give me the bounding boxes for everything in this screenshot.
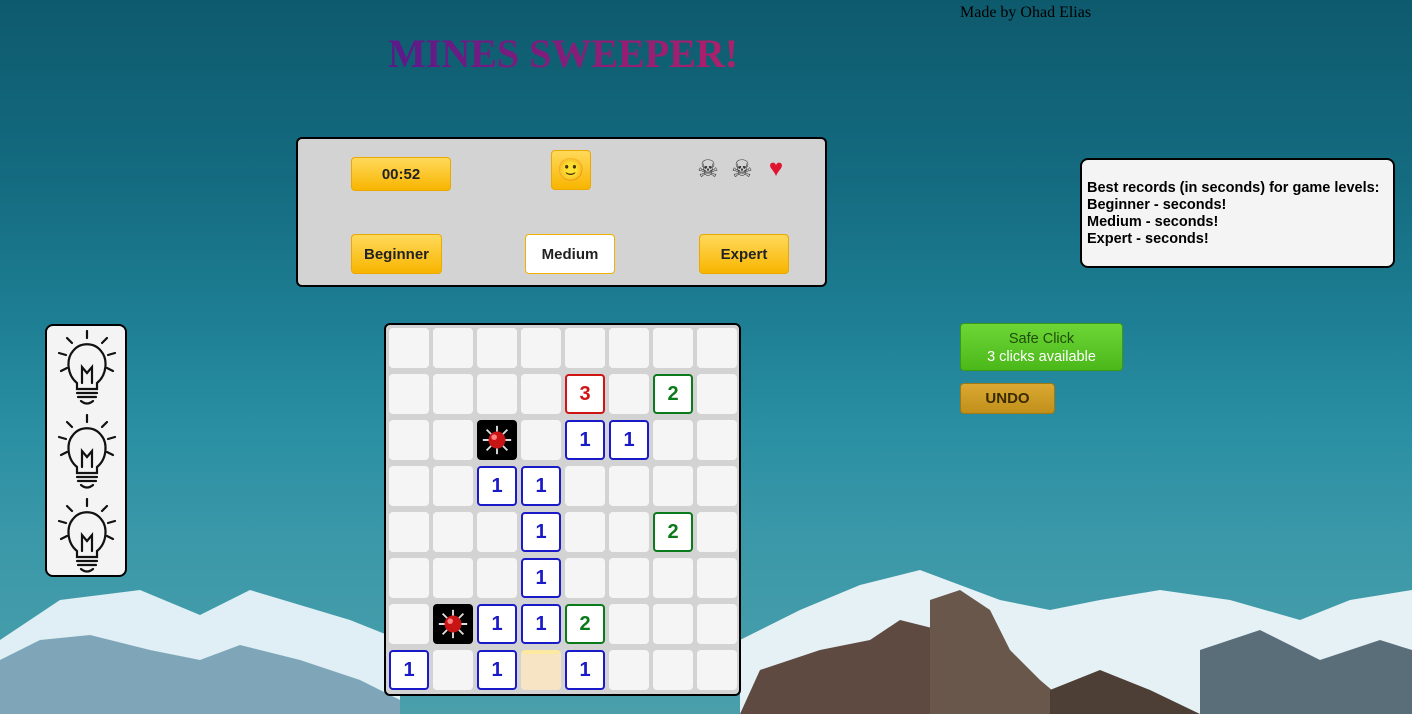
hidden-cell[interactable]	[389, 466, 429, 506]
best-records-panel: Best records (in seconds) for game level…	[1080, 158, 1395, 268]
hidden-cell[interactable]	[477, 328, 517, 368]
hidden-cell[interactable]	[653, 328, 693, 368]
safe-click-status: 3 clicks available	[987, 349, 1096, 365]
hidden-cell[interactable]	[433, 558, 473, 598]
undo-button[interactable]: UNDO	[960, 383, 1055, 414]
record-expert: Expert - seconds!	[1087, 231, 1209, 247]
hidden-cell[interactable]	[609, 466, 649, 506]
hidden-cell[interactable]	[389, 328, 429, 368]
game-board: 32 1111121 112111	[384, 323, 741, 696]
level-expert-button[interactable]: Expert	[699, 234, 789, 274]
hidden-cell[interactable]	[609, 650, 649, 690]
skull-icon: ☠	[731, 156, 753, 183]
highlighted-cell[interactable]	[521, 650, 561, 690]
record-medium: Medium - seconds!	[1087, 214, 1219, 230]
game-title: MINES SWEEPER!	[388, 31, 739, 76]
revealed-number-cell[interactable]: 2	[653, 374, 693, 414]
revealed-number-cell[interactable]: 1	[565, 650, 605, 690]
revealed-number-cell[interactable]: 3	[565, 374, 605, 414]
lightbulb-icon[interactable]	[53, 413, 121, 491]
revealed-number-cell[interactable]: 1	[521, 558, 561, 598]
hidden-cell[interactable]	[653, 558, 693, 598]
revealed-number-cell[interactable]: 1	[521, 466, 561, 506]
record-beginner: Beginner - seconds!	[1087, 197, 1227, 213]
mine-icon	[482, 425, 512, 455]
timer-display: 00:52	[351, 157, 451, 191]
hidden-cell[interactable]	[389, 420, 429, 460]
hints-panel	[45, 324, 127, 577]
hidden-cell[interactable]	[389, 558, 429, 598]
hidden-cell[interactable]	[477, 558, 517, 598]
revealed-number-cell[interactable]: 1	[477, 604, 517, 644]
hidden-cell[interactable]	[697, 374, 737, 414]
hidden-cell[interactable]	[389, 374, 429, 414]
hidden-cell[interactable]	[389, 512, 429, 552]
level-medium-button[interactable]: Medium	[525, 234, 615, 274]
hidden-cell[interactable]	[565, 558, 605, 598]
hidden-cell[interactable]	[565, 512, 605, 552]
hidden-cell[interactable]	[697, 420, 737, 460]
mine-icon	[438, 609, 468, 639]
smiley-reset-button[interactable]: 🙂	[551, 150, 591, 190]
hidden-cell[interactable]	[433, 328, 473, 368]
hidden-cell[interactable]	[565, 328, 605, 368]
hidden-cell[interactable]	[433, 650, 473, 690]
safe-click-button[interactable]: Safe Click 3 clicks available	[960, 323, 1123, 371]
hidden-cell[interactable]	[521, 374, 561, 414]
hidden-cell[interactable]	[389, 604, 429, 644]
revealed-number-cell[interactable]: 1	[521, 604, 561, 644]
mine-cell[interactable]	[433, 604, 473, 644]
smiley-face-icon: 🙂	[557, 157, 585, 182]
hidden-cell[interactable]	[609, 374, 649, 414]
heart-icon: ♥	[768, 155, 784, 182]
revealed-number-cell[interactable]: 1	[477, 650, 517, 690]
revealed-number-cell[interactable]: 1	[565, 420, 605, 460]
hidden-cell[interactable]	[697, 650, 737, 690]
hidden-cell[interactable]	[433, 512, 473, 552]
hidden-cell[interactable]	[653, 466, 693, 506]
revealed-number-cell[interactable]: 2	[565, 604, 605, 644]
hidden-cell[interactable]	[697, 604, 737, 644]
hidden-cell[interactable]	[697, 558, 737, 598]
hidden-cell[interactable]	[697, 328, 737, 368]
hidden-cell[interactable]	[697, 512, 737, 552]
hidden-cell[interactable]	[653, 604, 693, 644]
revealed-number-cell[interactable]: 1	[389, 650, 429, 690]
revealed-number-cell[interactable]: 1	[477, 466, 517, 506]
level-beginner-button[interactable]: Beginner	[351, 234, 442, 274]
safe-click-label: Safe Click	[1008, 331, 1075, 347]
lightbulb-icon[interactable]	[53, 329, 121, 407]
skull-icon: ☠	[697, 156, 719, 183]
hidden-cell[interactable]	[609, 328, 649, 368]
hidden-cell[interactable]	[477, 512, 517, 552]
control-panel: 00:52 🙂 ☠ ☠ ♥ Beginner Medium Expert	[296, 137, 827, 287]
mine-cell[interactable]	[477, 420, 517, 460]
hidden-cell[interactable]	[609, 512, 649, 552]
hidden-cell[interactable]	[433, 466, 473, 506]
lightbulb-icon[interactable]	[53, 497, 121, 575]
hidden-cell[interactable]	[521, 328, 561, 368]
hidden-cell[interactable]	[521, 420, 561, 460]
hidden-cell[interactable]	[697, 466, 737, 506]
lives-indicator: ☠ ☠ ♥	[694, 155, 790, 184]
author-credit: Made by Ohad Elias	[960, 4, 1092, 21]
revealed-number-cell[interactable]: 1	[521, 512, 561, 552]
hidden-cell[interactable]	[433, 420, 473, 460]
hidden-cell[interactable]	[653, 650, 693, 690]
hidden-cell[interactable]	[433, 374, 473, 414]
hidden-cell[interactable]	[609, 604, 649, 644]
hidden-cell[interactable]	[609, 558, 649, 598]
hidden-cell[interactable]	[565, 466, 605, 506]
records-heading: Best records (in seconds) for game level…	[1087, 180, 1380, 196]
hidden-cell[interactable]	[477, 374, 517, 414]
revealed-number-cell[interactable]: 1	[609, 420, 649, 460]
revealed-number-cell[interactable]: 2	[653, 512, 693, 552]
hidden-cell[interactable]	[653, 420, 693, 460]
